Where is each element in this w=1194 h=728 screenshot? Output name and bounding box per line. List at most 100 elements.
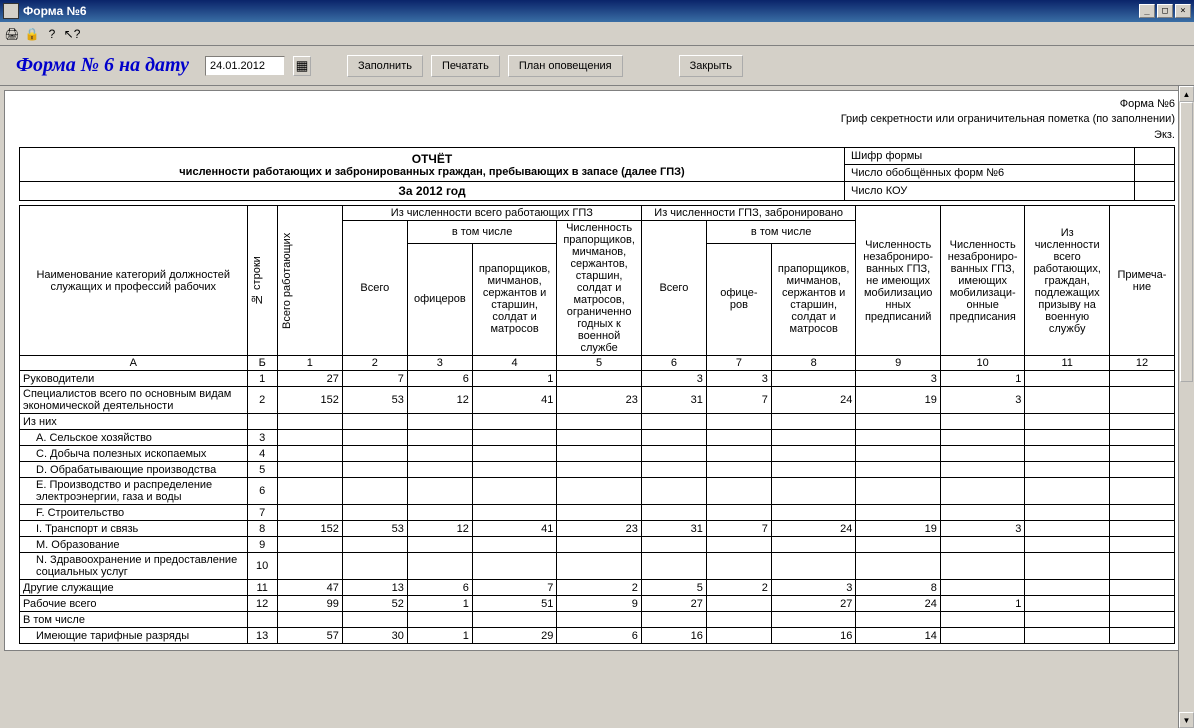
cell[interactable]: 24 (856, 596, 941, 612)
date-picker-button[interactable]: ▦ (293, 56, 311, 76)
table-row[interactable]: A. Сельское хозяйство3 (20, 430, 1175, 446)
cell[interactable] (641, 553, 706, 580)
cell[interactable] (342, 462, 407, 478)
cell[interactable]: 53 (342, 387, 407, 414)
cell[interactable] (1109, 462, 1174, 478)
cell[interactable]: 1 (940, 371, 1025, 387)
cell[interactable]: 8 (856, 580, 941, 596)
cell[interactable]: 99 (277, 596, 342, 612)
cell[interactable] (1025, 478, 1110, 505)
cell[interactable] (472, 414, 557, 430)
cell[interactable] (277, 612, 342, 628)
pointer-help-icon[interactable]: ↖? (64, 26, 80, 42)
cell[interactable]: 12 (407, 387, 472, 414)
cell[interactable]: 16 (771, 628, 856, 644)
cell[interactable]: 3 (940, 521, 1025, 537)
cell[interactable] (342, 553, 407, 580)
cell[interactable] (277, 414, 342, 430)
cell[interactable] (1109, 446, 1174, 462)
cell[interactable] (1025, 462, 1110, 478)
cell[interactable] (277, 553, 342, 580)
cell[interactable] (1025, 430, 1110, 446)
cell[interactable]: 41 (472, 387, 557, 414)
cell[interactable] (940, 580, 1025, 596)
cell[interactable] (706, 612, 771, 628)
cell[interactable] (407, 430, 472, 446)
cell[interactable]: 31 (641, 387, 706, 414)
cell[interactable]: 6 (557, 628, 642, 644)
cell[interactable] (641, 446, 706, 462)
cell[interactable] (472, 430, 557, 446)
cell[interactable] (706, 505, 771, 521)
cell[interactable] (940, 478, 1025, 505)
cell[interactable] (342, 446, 407, 462)
table-row[interactable]: В том числе (20, 612, 1175, 628)
cell[interactable] (641, 478, 706, 505)
cell[interactable]: 5 (641, 580, 706, 596)
table-row[interactable]: Руководители1277613331 (20, 371, 1175, 387)
cell[interactable]: 13 (342, 580, 407, 596)
cell[interactable] (856, 446, 941, 462)
cell[interactable]: 3 (856, 371, 941, 387)
cell[interactable] (856, 478, 941, 505)
cell[interactable] (771, 505, 856, 521)
cell[interactable] (1109, 612, 1174, 628)
cell[interactable] (1025, 387, 1110, 414)
cell[interactable] (771, 371, 856, 387)
cell[interactable] (1025, 414, 1110, 430)
cell[interactable] (856, 537, 941, 553)
cell[interactable] (856, 430, 941, 446)
cell[interactable] (277, 537, 342, 553)
cell[interactable]: 53 (342, 521, 407, 537)
table-row[interactable]: Другие служащие1147136725238 (20, 580, 1175, 596)
cell[interactable] (641, 537, 706, 553)
cell[interactable] (641, 505, 706, 521)
cell[interactable] (1109, 478, 1174, 505)
cell[interactable] (407, 537, 472, 553)
cell[interactable] (342, 414, 407, 430)
cell[interactable] (557, 612, 642, 628)
cell[interactable]: 27 (641, 596, 706, 612)
cell[interactable]: 27 (771, 596, 856, 612)
cell[interactable]: 3 (641, 371, 706, 387)
cell[interactable] (641, 462, 706, 478)
cell[interactable] (940, 430, 1025, 446)
cell[interactable] (407, 462, 472, 478)
cell[interactable] (557, 462, 642, 478)
cell[interactable] (1025, 371, 1110, 387)
cell[interactable] (706, 414, 771, 430)
cell[interactable] (557, 414, 642, 430)
cell[interactable] (277, 462, 342, 478)
cell[interactable]: 1 (940, 596, 1025, 612)
cell[interactable] (407, 446, 472, 462)
cell[interactable] (342, 478, 407, 505)
cell[interactable]: 57 (277, 628, 342, 644)
cell[interactable] (1025, 553, 1110, 580)
cell[interactable] (342, 537, 407, 553)
date-input[interactable] (205, 56, 285, 76)
cell[interactable]: 31 (641, 521, 706, 537)
cell[interactable]: 19 (856, 387, 941, 414)
cell[interactable]: 6 (407, 371, 472, 387)
cell[interactable] (1109, 537, 1174, 553)
scroll-down-button[interactable]: ▼ (1179, 712, 1194, 728)
cell[interactable]: 14 (856, 628, 941, 644)
table-row[interactable]: Из них (20, 414, 1175, 430)
cell[interactable] (1109, 371, 1174, 387)
cell[interactable] (706, 596, 771, 612)
cell[interactable] (641, 430, 706, 446)
cell[interactable] (407, 553, 472, 580)
cell[interactable] (856, 553, 941, 580)
cell[interactable] (771, 462, 856, 478)
cell[interactable]: 19 (856, 521, 941, 537)
cell[interactable] (1109, 553, 1174, 580)
cell[interactable] (472, 446, 557, 462)
scroll-thumb[interactable] (1180, 102, 1193, 382)
cell[interactable]: 7 (472, 580, 557, 596)
table-row[interactable]: Имеющие тарифные разряды1357301296161614 (20, 628, 1175, 644)
cell[interactable] (407, 414, 472, 430)
cell[interactable]: 16 (641, 628, 706, 644)
table-row[interactable]: F. Строительство7 (20, 505, 1175, 521)
cell[interactable] (856, 414, 941, 430)
cell[interactable] (940, 628, 1025, 644)
